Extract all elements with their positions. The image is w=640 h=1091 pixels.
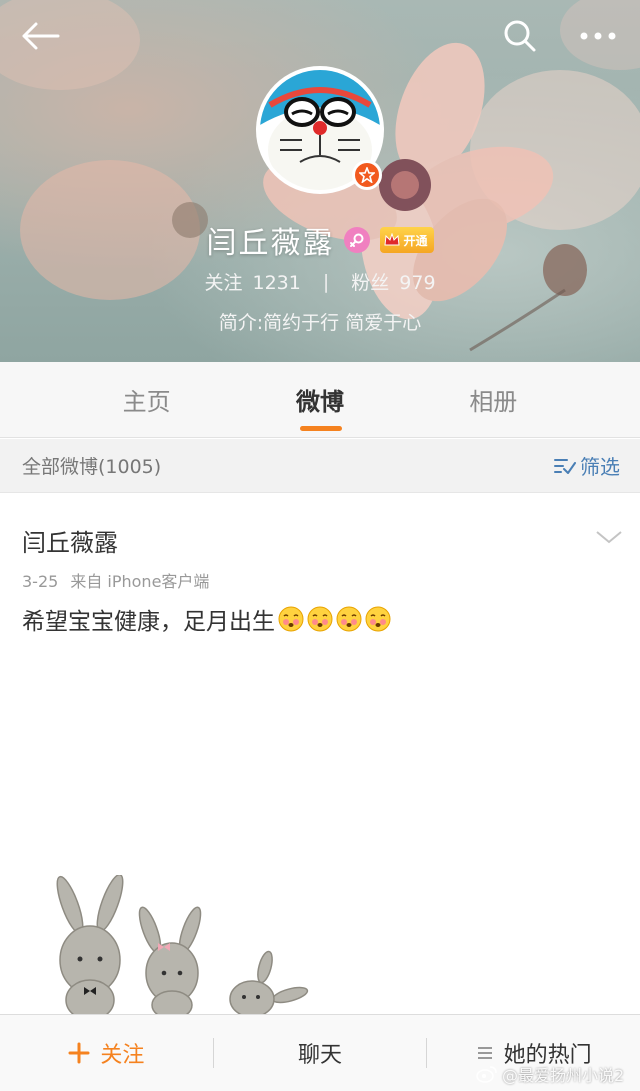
post-date: 3-25 [22, 572, 59, 591]
blush-emoji-icon [365, 606, 391, 632]
follow-label: 关注 [100, 1043, 145, 1068]
post-text-content: 希望宝宝健康，足月出生 [22, 609, 275, 635]
chat-button[interactable]: 聊天 [214, 1037, 427, 1069]
blush-emoji-icon [307, 606, 333, 632]
more-dots-icon [580, 32, 616, 40]
post-meta: 3-25 来自 iPhone客户端 [22, 568, 618, 592]
vip-open-button[interactable]: 开通 [380, 227, 434, 253]
post-author[interactable]: 闫丘薇露 [22, 523, 618, 558]
following-count: 1231 [252, 272, 301, 294]
search-button[interactable] [496, 14, 544, 58]
followers-stat[interactable]: 粉丝 979 [351, 268, 435, 295]
vip-open-label: 开通 [403, 233, 428, 248]
plus-icon [68, 1042, 90, 1064]
filter-bar: 全部微博(1005) 筛选 [0, 439, 640, 493]
blush-emoji-icon [336, 606, 362, 632]
female-gender-icon [344, 227, 371, 253]
user-name: 闫丘薇露 [206, 226, 335, 261]
active-tab-indicator [300, 426, 342, 431]
filter-list-icon [554, 458, 576, 474]
chat-label: 聊天 [298, 1043, 343, 1068]
followers-count: 979 [399, 272, 436, 294]
user-bio: 简介:简约于行 简爱于心 [218, 312, 422, 334]
follow-button[interactable]: 关注 [0, 1037, 213, 1069]
blush-emoji-icon [278, 606, 304, 632]
following-stat[interactable]: 关注 1231 [204, 268, 300, 295]
post-source: 来自 iPhone客户端 [70, 572, 210, 591]
crown-icon [384, 233, 401, 246]
following-label: 关注 [204, 272, 243, 294]
tab-home[interactable]: 主页 [0, 362, 233, 437]
followers-label: 粉丝 [351, 272, 390, 294]
menu-lines-icon [477, 1047, 492, 1059]
filter-label: 筛选 [580, 455, 620, 479]
watermark-text: @最爱扬州小说2 [502, 1066, 625, 1085]
bunnies-illustration [56, 875, 309, 1015]
all-posts-count: 全部微博(1005) [22, 456, 162, 478]
name-row: 闫丘薇露 开通 [0, 218, 640, 262]
post-card[interactable]: 闫丘薇露 3-25 来自 iPhone客户端 希望宝宝健康，足月出生 [0, 493, 640, 636]
filter-button[interactable]: 筛选 [554, 451, 620, 480]
profile-header: 闫丘薇露 开通 关注 1231 | 粉丝 979 简介:简约于行 简爱于心 [0, 0, 640, 362]
more-options-button[interactable] [574, 14, 622, 58]
weibo-logo-icon [476, 1066, 497, 1083]
stats-row: 关注 1231 | 粉丝 979 [0, 268, 640, 295]
watermark: @最爱扬州小说2 [476, 1062, 624, 1086]
chevron-down-icon[interactable] [594, 527, 624, 547]
tab-album[interactable]: 相册 [407, 362, 640, 437]
post-text: 希望宝宝健康，足月出生 [22, 602, 618, 636]
verified-badge-icon [352, 160, 382, 190]
search-icon [504, 20, 536, 52]
stats-separator: | [322, 270, 330, 293]
back-arrow-icon [22, 22, 60, 50]
back-button[interactable] [16, 14, 64, 58]
